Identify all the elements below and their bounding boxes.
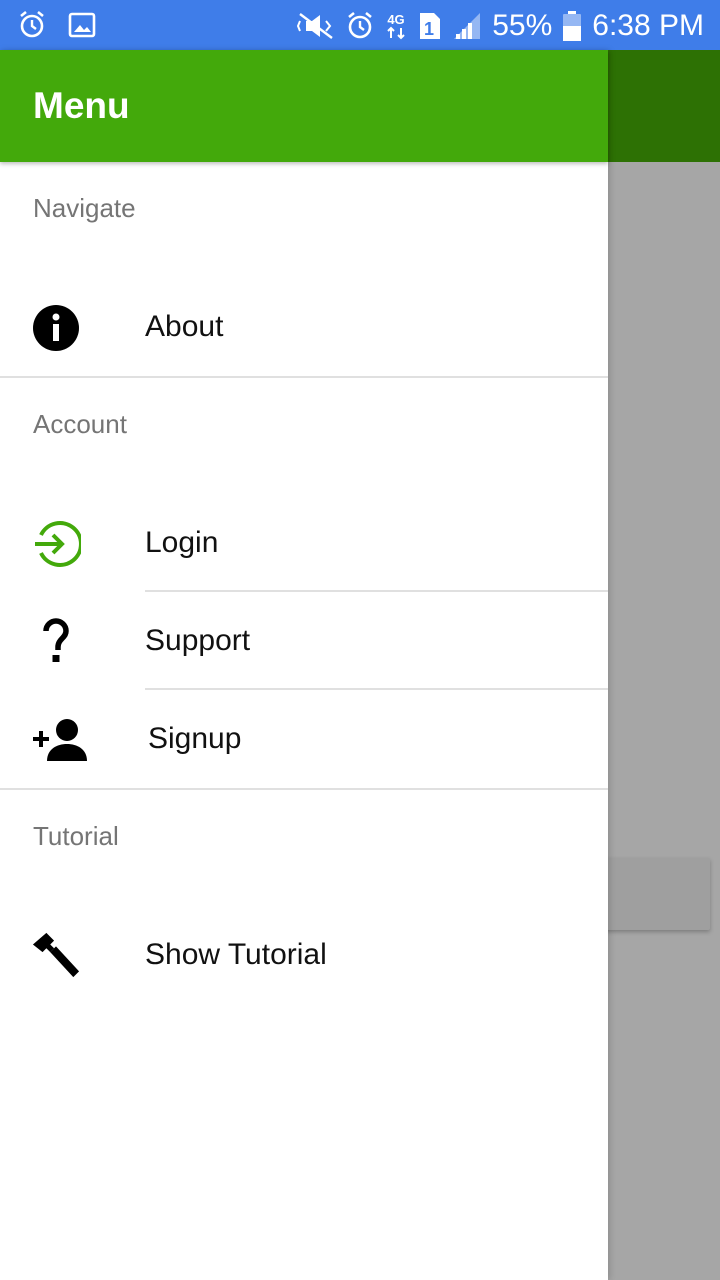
menu-item-show-tutorial[interactable]: Show Tutorial xyxy=(0,906,608,1004)
alarm-icon xyxy=(18,10,46,40)
section-header-navigate: Navigate xyxy=(33,193,136,223)
menu-item-label: Signup xyxy=(148,722,242,755)
drawer-title: Menu xyxy=(33,85,130,126)
mute-icon xyxy=(296,11,336,41)
section-header-account: Account xyxy=(33,409,127,439)
battery-icon xyxy=(562,10,582,42)
drawer-header: Menu xyxy=(0,50,608,162)
person-add-icon xyxy=(31,715,91,765)
image-icon xyxy=(68,10,96,40)
alarm-icon xyxy=(346,11,374,41)
status-bar-right: 4G 1 55% 6:38 PM xyxy=(296,6,704,46)
help-icon xyxy=(31,617,81,667)
network-type-label: 4G xyxy=(388,12,405,27)
menu-item-about[interactable]: About xyxy=(0,278,608,376)
navigation-drawer: Menu Navigate About Account Login Suppor… xyxy=(0,50,608,1280)
hammer-icon xyxy=(31,931,81,981)
info-icon xyxy=(31,303,81,353)
sim-number: 1 xyxy=(424,19,434,39)
battery-percent: 55% xyxy=(492,9,553,42)
status-bar: 4G 1 55% 6:38 PM xyxy=(0,0,720,50)
menu-item-label: Support xyxy=(145,624,251,657)
menu-item-login[interactable]: Login xyxy=(0,494,608,592)
status-bar-left xyxy=(18,10,96,40)
menu-item-label: Login xyxy=(145,526,219,559)
clock: 6:38 PM xyxy=(592,9,704,42)
section-divider xyxy=(0,788,608,790)
network-4g-icon: 4G xyxy=(384,10,408,42)
sim-icon: 1 xyxy=(418,11,442,41)
menu-item-label: About xyxy=(145,310,224,343)
menu-item-support[interactable]: Support xyxy=(0,592,608,690)
menu-item-signup[interactable]: Signup xyxy=(0,690,608,788)
menu-item-label: Show Tutorial xyxy=(145,938,327,971)
login-icon xyxy=(31,519,81,569)
section-divider xyxy=(0,376,608,378)
signal-icon xyxy=(452,11,482,41)
section-header-tutorial: Tutorial xyxy=(33,821,119,851)
